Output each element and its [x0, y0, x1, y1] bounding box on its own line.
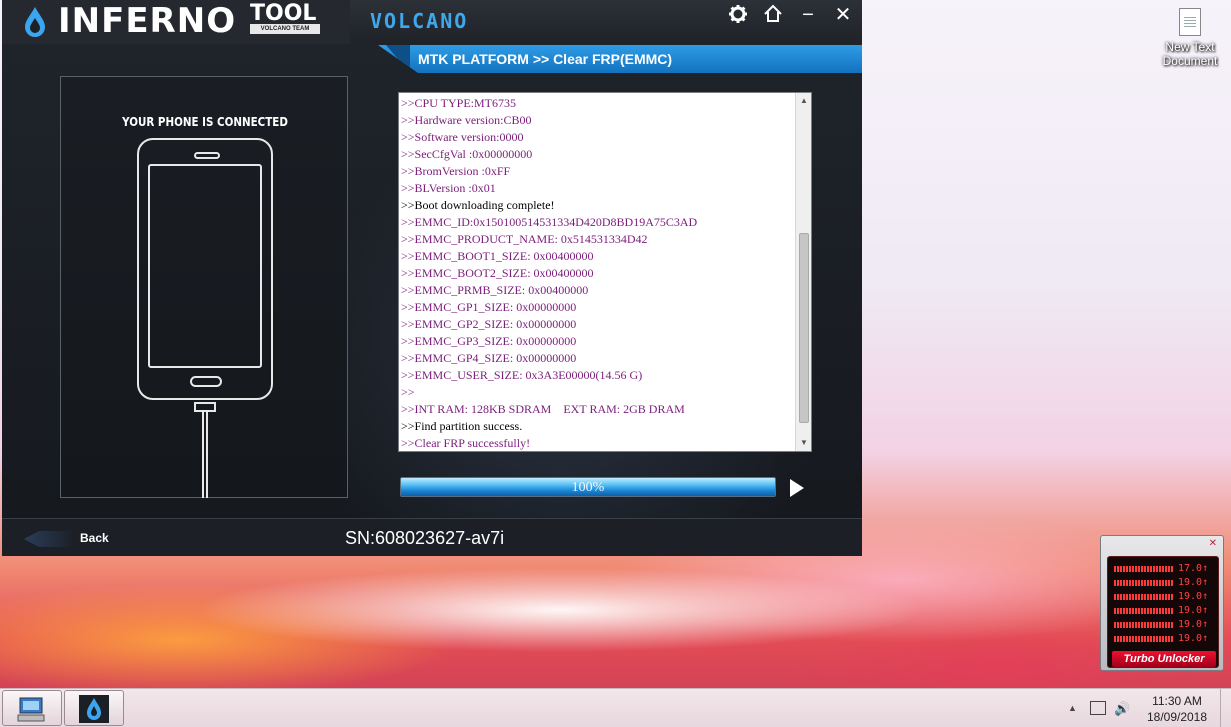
platform-breadcrumb: MTK PLATFORM >> Clear FRP(EMMC) [418, 51, 673, 67]
log-line: >>EMMC_GP3_SIZE: 0x00000000 [401, 334, 577, 348]
log-line: >>BromVersion :0xFF [401, 164, 511, 178]
turbo-meter-icon [1114, 580, 1174, 586]
usb-plug-icon [194, 402, 216, 412]
progress-bar: 100% [400, 477, 776, 497]
log-line: >>Hardware version:CB00 [401, 113, 532, 127]
turbo-speed-value: 19.0↑ [1178, 605, 1209, 616]
turbo-speed-row: 19.0↑ [1114, 633, 1218, 645]
log-line: >>EMMC_GP1_SIZE: 0x00000000 [401, 300, 577, 314]
clock-time: 11:30 AM [1152, 694, 1202, 708]
app-name: VOLCANO [370, 9, 469, 33]
log-line: >> [401, 385, 415, 399]
log-line: >>INT RAM: 128KB SDRAM EXT RAM: 2GB DRAM [401, 402, 685, 416]
settings-button[interactable] [726, 4, 750, 26]
minimize-button[interactable]: − [796, 4, 820, 26]
scroll-thumb[interactable] [799, 233, 809, 423]
show-hidden-icons-icon[interactable]: ▲ [1068, 703, 1077, 713]
turbo-speed-value: 17.0↑ [1178, 563, 1209, 574]
inferno-tool-window: INFERNO TOOL VOLCANO TEAM VOLCANO − ✕ MT… [2, 0, 862, 556]
close-button[interactable]: ✕ [831, 4, 855, 26]
flame-drop-icon [25, 7, 45, 37]
inferno-app-icon [79, 695, 109, 723]
scroll-down-icon[interactable]: ▼ [799, 438, 809, 448]
network-icon[interactable] [1090, 701, 1106, 715]
turbo-close-icon[interactable]: ✕ [1209, 538, 1217, 549]
clock-date: 18/09/2018 [1146, 710, 1208, 724]
log-line: >>BLVersion :0x01 [401, 181, 496, 195]
home-icon [764, 4, 782, 22]
log-line: >>EMMC_ID:0x150100514531334D420D8BD19A75… [401, 215, 698, 229]
logo: INFERNO TOOL VOLCANO TEAM [2, 0, 350, 44]
turbo-speed-value: 19.0↑ [1178, 619, 1209, 630]
log-line: >>Find partition success. [401, 419, 523, 433]
phone-illustration [137, 138, 273, 400]
volume-icon[interactable]: 🔊 [1114, 701, 1130, 717]
logo-tool-text: TOOL [250, 1, 317, 26]
logo-team-text: VOLCANO TEAM [250, 24, 320, 34]
turbo-meter-icon [1114, 566, 1174, 572]
gear-icon [729, 5, 747, 23]
serial-number: SN:608023627-av7i [345, 528, 505, 548]
back-button[interactable]: Back [80, 531, 109, 545]
log-line: >>EMMC_BOOT2_SIZE: 0x00400000 [401, 266, 594, 280]
phone-home-button-icon [190, 376, 222, 387]
scroll-up-icon[interactable]: ▲ [799, 96, 809, 106]
log-line: >>SecCfgVal :0x00000000 [401, 147, 533, 161]
log-line: >>EMMC_PRMB_SIZE: 0x00400000 [401, 283, 589, 297]
turbo-speed-row: 19.0↑ [1114, 591, 1218, 603]
turbo-speed-row: 19.0↑ [1114, 577, 1218, 589]
taskbar-explorer-button[interactable] [2, 690, 62, 726]
turbo-unlocker-label: Turbo Unlocker [1112, 651, 1216, 667]
log-line: >>EMMC_BOOT1_SIZE: 0x00400000 [401, 249, 594, 263]
start-play-icon[interactable] [790, 479, 804, 497]
log-line: >>EMMC_PRODUCT_NAME: 0x514531334D42 [401, 232, 648, 246]
log-scrollbar[interactable]: ▲ ▼ [795, 93, 811, 451]
turbo-unlocker-widget[interactable]: ✕ Turbo Unlocker 17.0↑ 19.0↑ 19.0↑ 19.0↑ 19.… [1100, 535, 1224, 671]
taskbar: ▲ 🔊 11:30 AM 18/09/2018 [0, 688, 1231, 727]
log-line: >>Software version:0000 [401, 130, 524, 144]
log-line: >>CPU TYPE:MT6735 [401, 96, 516, 110]
log-line: >>EMMC_GP2_SIZE: 0x00000000 [401, 317, 577, 331]
progress-label: 100% [571, 480, 605, 495]
turbo-speed-value: 19.0↑ [1178, 633, 1209, 644]
taskbar-inferno-button[interactable] [64, 690, 124, 726]
phone-status-panel: YOUR PHONE IS CONNECTED [60, 76, 348, 498]
turbo-speed-row: 19.0↑ [1114, 619, 1218, 631]
usb-cable-icon [202, 412, 208, 498]
logo-inferno-text: INFERNO [58, 1, 237, 41]
title-bar[interactable]: INFERNO TOOL VOLCANO TEAM VOLCANO − ✕ [2, 0, 862, 44]
footer-bar: Back SN:608023627-av7i [2, 518, 862, 556]
turbo-meter-icon [1114, 594, 1174, 600]
desktop-icon-label: New Text Document [1162, 40, 1218, 68]
desktop-icon-new-text-document[interactable]: New Text Document [1160, 8, 1220, 68]
phone-speaker-icon [194, 152, 220, 159]
platform-breadcrumb-bar: MTK PLATFORM >> Clear FRP(EMMC) [378, 45, 862, 73]
turbo-speed-row: 17.0↑ [1114, 563, 1218, 575]
turbo-meter-icon [1114, 622, 1174, 628]
turbo-speed-row: 19.0↑ [1114, 605, 1218, 617]
turbo-speed-value: 19.0↑ [1178, 591, 1209, 602]
home-button[interactable] [761, 4, 785, 26]
log-lines: >>CPU TYPE:MT6735 >>Hardware version:CB00… [401, 95, 793, 451]
turbo-meter-icon [1114, 636, 1174, 642]
phone-connected-label: YOUR PHONE IS CONNECTED [122, 115, 288, 129]
log-line: >>EMMC_GP4_SIZE: 0x00000000 [401, 351, 577, 365]
turbo-display: Turbo Unlocker 17.0↑ 19.0↑ 19.0↑ 19.0↑ 19.0↑… [1107, 556, 1219, 668]
turbo-meter-icon [1114, 608, 1174, 614]
log-line: >>EMMC_USER_SIZE: 0x3A3E00000(14.56 G) [401, 368, 643, 382]
log-line: >>Clear FRP successfully! [401, 436, 531, 450]
computer-icon [17, 697, 45, 722]
system-clock[interactable]: 11:30 AM 18/09/2018 [1140, 693, 1214, 725]
phone-screen-icon [148, 164, 262, 368]
back-arrow-icon[interactable] [24, 531, 74, 547]
show-desktop-button[interactable] [1220, 689, 1231, 727]
text-document-icon [1179, 8, 1201, 36]
log-line: >>Boot downloading complete! [401, 198, 555, 212]
log-output-box[interactable]: >>CPU TYPE:MT6735 >>Hardware version:CB00… [398, 92, 812, 452]
turbo-speed-value: 19.0↑ [1178, 577, 1209, 588]
